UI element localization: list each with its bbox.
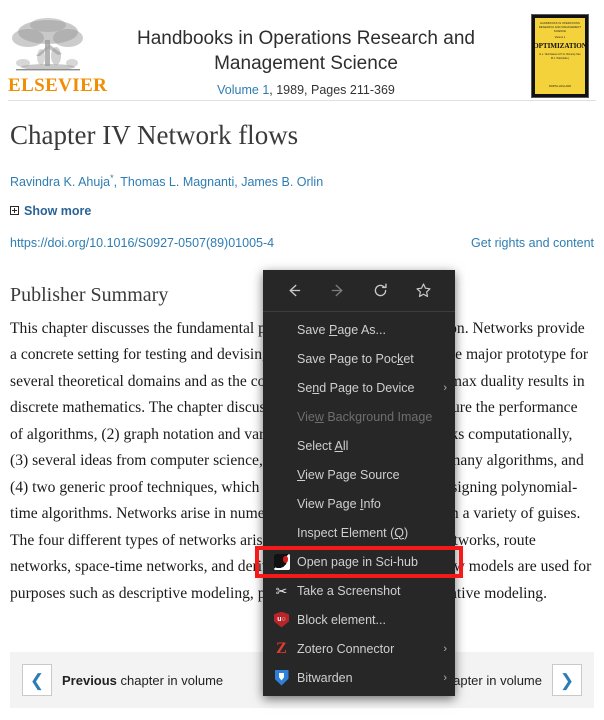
menu-item-label: View Page Info xyxy=(297,496,381,511)
menu-item-label: Send Page to Device xyxy=(297,380,415,395)
reload-icon[interactable] xyxy=(366,276,396,304)
plus-box-icon xyxy=(10,206,19,216)
chevron-right-icon[interactable]: ❯ xyxy=(552,664,582,696)
menu-item-save-page-to-pocket[interactable]: Save Page to Pocket xyxy=(263,344,455,373)
cover-publisher: NORTH-HOLLAND xyxy=(548,85,572,88)
get-rights-and-content-link[interactable]: Get rights and content xyxy=(471,236,594,250)
menu-item-label: Inspect Element (Q) xyxy=(297,525,409,540)
doi-link[interactable]: https://doi.org/10.1016/S0927-0507(89)01… xyxy=(10,236,274,250)
cover-volume: Volume 1 xyxy=(554,36,566,40)
header-divider xyxy=(8,100,596,101)
menu-item-view-background-image: View Background Image xyxy=(263,402,455,431)
cover-top-text: HANDBOOKS IN OPERATIONS RESEARCH AND MAN… xyxy=(538,22,582,33)
context-menu-nav-row xyxy=(263,270,455,310)
show-more-button[interactable]: Show more xyxy=(10,204,594,218)
journal-cover-wrap[interactable]: HANDBOOKS IN OPERATIONS RESEARCH AND MAN… xyxy=(524,12,596,98)
page-title: Chapter IV Network flows xyxy=(10,120,299,150)
forward-arrow-glyph xyxy=(331,284,343,296)
menu-item-block-element[interactable]: u○ Block element... xyxy=(263,605,455,634)
menu-item-label: Save Page As... xyxy=(297,322,386,337)
context-menu-separator xyxy=(263,311,455,312)
author-rest[interactable]: , Thomas L. Magnanti, James B. Orlin xyxy=(114,176,324,190)
show-more-label: Show more xyxy=(24,203,92,218)
volume-rest: , 1989, Pages 211-369 xyxy=(269,83,395,98)
menu-item-label: View Background Image xyxy=(297,409,433,424)
previous-chapter-label: Previous chapter in volume xyxy=(62,673,223,688)
elsevier-tree-icon xyxy=(12,18,83,71)
menu-item-save-page-as[interactable]: Save Page As... xyxy=(263,315,455,344)
cover-authors: G.L. Nemhauser A.H.G. Rinnooy Kan M.J. T… xyxy=(539,53,581,60)
browser-context-menu[interactable]: Save Page As... Save Page to Pocket Send… xyxy=(263,270,455,696)
menu-item-zotero-connector[interactable]: Z Zotero Connector › xyxy=(263,634,455,663)
menu-item-label: Take a Screenshot xyxy=(297,583,401,598)
bitwarden-icon xyxy=(273,669,290,686)
menu-item-label: Select All xyxy=(297,438,349,453)
journal-cover-image: HANDBOOKS IN OPERATIONS RESEARCH AND MAN… xyxy=(531,14,589,98)
menu-item-label: Open page in Sci-hub xyxy=(297,554,418,569)
journal-header-center: Handbooks in Operations Research and Man… xyxy=(88,12,524,97)
chevron-right-icon: › xyxy=(443,671,447,684)
chevron-left-icon[interactable]: ❮ xyxy=(22,664,52,696)
volume-link[interactable]: Volume 1 xyxy=(217,83,269,97)
journal-title: Handbooks in Operations Research and Man… xyxy=(137,28,475,75)
forward-icon[interactable] xyxy=(323,276,353,304)
doi-row: https://doi.org/10.1016/S0927-0507(89)01… xyxy=(10,236,594,250)
chevron-right-icon: › xyxy=(443,381,447,394)
menu-item-label: Bitwarden xyxy=(297,670,353,685)
chevron-right-icon: › xyxy=(443,642,447,655)
scissors-icon: ✂ xyxy=(275,582,288,599)
menu-item-view-page-info[interactable]: View Page Info xyxy=(263,489,455,518)
bookmark-star-icon[interactable] xyxy=(409,276,439,304)
reload-arrow-glyph xyxy=(374,283,387,296)
star-glyph xyxy=(416,282,431,297)
elsevier-logo[interactable]: ELSEVIER xyxy=(8,12,108,97)
menu-item-view-page-source[interactable]: View Page Source xyxy=(263,460,455,489)
back-arrow-glyph xyxy=(289,284,301,296)
menu-item-label: Save Page to Pocket xyxy=(297,351,414,366)
page-header: ELSEVIER Handbooks in Operations Researc… xyxy=(0,0,604,100)
elsevier-wordmark: ELSEVIER xyxy=(8,75,108,96)
menu-item-label: Zotero Connector xyxy=(297,641,395,656)
previous-rest: chapter in volume xyxy=(120,672,224,688)
author-list: Ravindra K. Ahuja*, Thomas L. Magnanti, … xyxy=(10,173,594,190)
menu-item-label: View Page Source xyxy=(297,467,400,482)
menu-item-bitwarden[interactable]: Bitwarden › xyxy=(263,663,455,692)
menu-item-take-a-screenshot[interactable]: ✂ Take a Screenshot xyxy=(263,576,455,605)
previous-strong: Previous xyxy=(62,672,117,688)
volume-line: Volume 1, 1989, Pages 211-369 xyxy=(98,83,514,97)
zotero-icon: Z xyxy=(276,639,287,657)
menu-item-inspect-element[interactable]: Inspect Element (Q) xyxy=(263,518,455,547)
menu-item-send-page-to-device[interactable]: Send Page to Device › xyxy=(263,373,455,402)
menu-item-select-all[interactable]: Select All xyxy=(263,431,455,460)
menu-item-label: Block element... xyxy=(297,612,386,627)
scihub-icon xyxy=(273,553,290,570)
cover-title: OPTIMIZATION xyxy=(533,42,587,51)
previous-chapter-link[interactable]: ❮ Previous chapter in volume xyxy=(22,664,223,696)
ublock-origin-icon: u○ xyxy=(273,611,290,628)
menu-item-open-page-in-sci-hub[interactable]: Open page in Sci-hub xyxy=(263,547,455,576)
back-icon[interactable] xyxy=(280,276,310,304)
author-ahuja[interactable]: Ravindra K. Ahuja xyxy=(10,176,110,190)
